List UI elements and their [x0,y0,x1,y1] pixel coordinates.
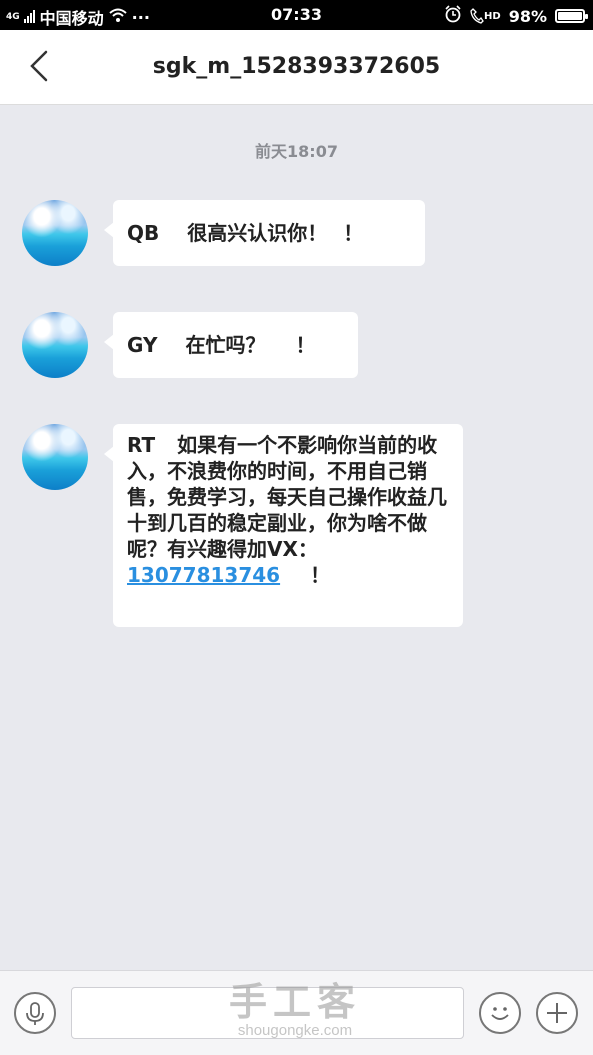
alarm-icon [444,5,462,27]
message-prefix: QB [127,221,160,245]
microphone-icon [26,1002,44,1025]
message-input[interactable] [72,988,463,1038]
voice-button[interactable] [14,992,56,1034]
more-button[interactable] [536,992,578,1034]
page-title: sgk_m_1528393372605 [152,54,441,79]
message-bubble[interactable]: QB 很高兴认识你！ ！ [104,200,425,266]
battery-percent: 98% [508,6,547,26]
message-prefix: GY [127,333,158,357]
hd-call-icon: HD [470,8,501,24]
smiley-icon [491,1007,509,1020]
message-timestamp: 前天18:07 [255,142,338,161]
input-bar [0,970,593,1055]
emoji-button[interactable] [479,992,521,1034]
avatar[interactable] [22,312,88,378]
message-input-box[interactable] [71,987,464,1039]
message-text: 如果有一个不影响你当前的收入，不浪费你的时间，不用自己销售，免费学习，每天自己操… [127,433,447,561]
status-right: HD 98% [444,5,588,27]
message-suffix: ！ [295,333,316,357]
plus-icon [547,1003,567,1023]
message-suffix: ！ [310,563,331,587]
avatar[interactable] [22,424,88,490]
message-bubble[interactable]: GY 在忙吗？ ！ [104,312,358,378]
message-text: 在忙吗？ [185,333,266,357]
message-prefix: RT [127,433,156,457]
status-bar: 4G 中国移动 ··· 07:33 HD 98% [0,0,593,30]
battery-fill [558,12,582,20]
phone-link[interactable]: 13077813746 [127,563,280,587]
hd-label: HD [484,10,501,22]
message-text: 很高兴认识你！ [187,221,328,245]
message-suffix: ！ [343,221,364,245]
battery-icon [555,9,588,23]
message-bubble[interactable]: RT 如果有一个不影响你当前的收入，不浪费你的时间，不用自己销售，免费学习，每天自… [104,424,463,627]
avatar[interactable] [22,200,88,266]
chat-header: sgk_m_1528393372605 [0,30,593,105]
